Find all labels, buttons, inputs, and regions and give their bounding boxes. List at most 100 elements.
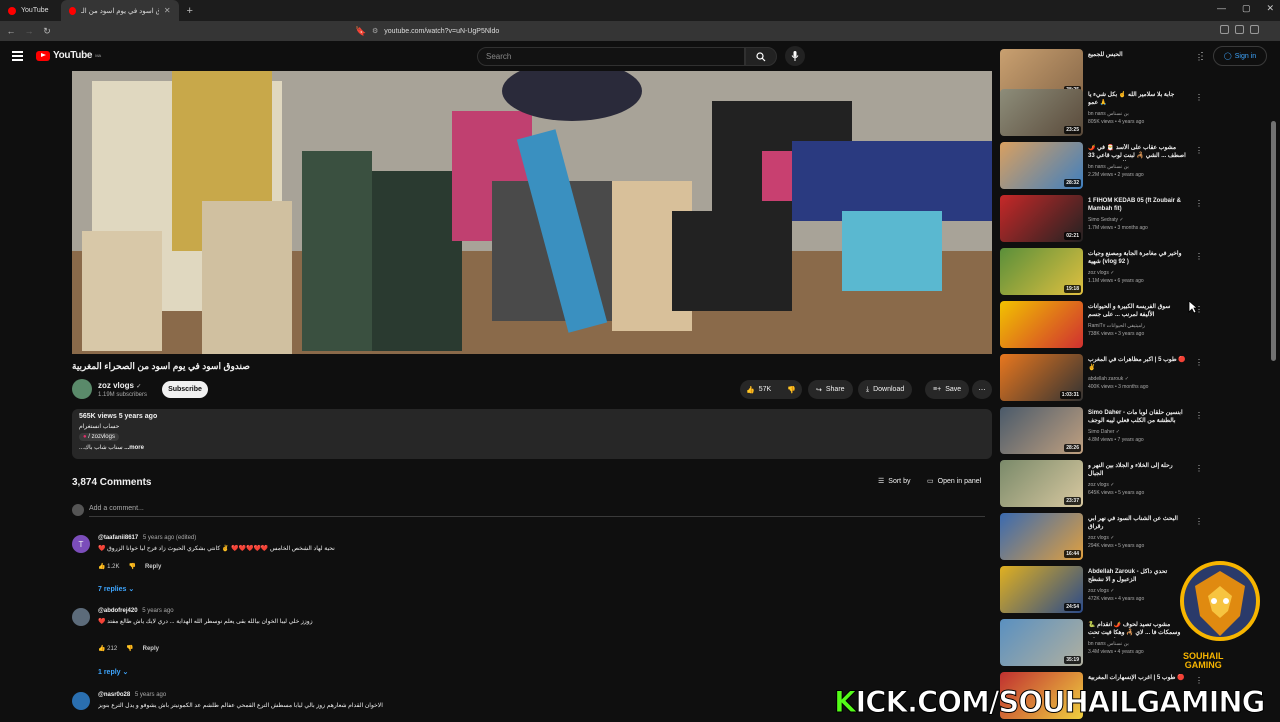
recommended-channel[interactable]: bn nans بن نسناس <box>1088 641 1129 647</box>
comment-reply-button[interactable]: Reply <box>143 646 159 652</box>
video-thumbnail[interactable]: 35:19 <box>1000 619 1083 666</box>
video-thumbnail[interactable]: 16:44 <box>1000 513 1083 560</box>
comment-dislike-button[interactable]: 👎 <box>126 645 133 652</box>
share-button[interactable]: ↪ Share <box>808 380 853 399</box>
comment-avatar[interactable] <box>72 692 90 710</box>
channel-avatar[interactable] <box>72 379 92 399</box>
recommended-video[interactable]: 1:03:31 طوب 5 | اكبر مظاهرات في المغرب 🔴 … <box>1000 354 1203 404</box>
scrollbar-thumb[interactable] <box>1271 121 1276 361</box>
recommended-video[interactable]: 19:18 واخير في مغامرة الجابة ومصنع وجيات … <box>1000 248 1203 298</box>
recommended-channel[interactable]: RamiTv راميتيفي الحيوانات <box>1088 323 1145 329</box>
video-player[interactable] <box>72 71 992 354</box>
description-box[interactable]: 565K views 5 years ago حساب انستغرام ● /… <box>72 409 992 459</box>
more-options-kebab-icon[interactable]: ⋮ <box>1195 411 1203 420</box>
channel-name[interactable]: zoz vlogs ✓ <box>98 381 141 390</box>
more-options-kebab-icon[interactable]: ⋮ <box>1195 53 1203 62</box>
recommended-channel[interactable]: abdellah zarouk ✓ <box>1088 376 1129 382</box>
extension-icon[interactable] <box>1250 25 1259 34</box>
recommended-title[interactable]: رحلة إلى الخلاء و الجلاد بين النهر و الج… <box>1088 462 1186 478</box>
show-more-link[interactable]: ...more <box>124 445 144 451</box>
recommended-channel[interactable]: zoz vlogs ✓ <box>1088 270 1114 276</box>
extension-icon[interactable] <box>1220 25 1229 34</box>
recommended-title[interactable]: طوب 5 | اكبر مظاهرات في المغرب 🔴 ✌️ <box>1088 356 1186 372</box>
recommended-video[interactable]: 23:37 رحلة إلى الخلاء و الجلاد بين النهر … <box>1000 460 1203 510</box>
video-thumbnail[interactable]: 28:32 <box>1000 142 1083 189</box>
add-comment-input[interactable]: Add a comment... <box>89 505 985 517</box>
save-button[interactable]: ≡+ Save <box>925 380 970 399</box>
recommended-channel[interactable]: Simo Daher ✓ <box>1088 429 1120 435</box>
site-info-icon[interactable]: ⚙ <box>372 27 378 35</box>
voice-search-button[interactable] <box>785 46 805 66</box>
more-options-kebab-icon[interactable]: ⋮ <box>1195 358 1203 367</box>
recommended-channel[interactable]: zoz vlogs ✓ <box>1088 535 1114 541</box>
video-thumbnail[interactable]: 1:03:31 <box>1000 354 1083 401</box>
subscribe-button[interactable]: Subscribe <box>162 381 208 398</box>
recommended-video[interactable]: 02:21 1 FIHOM KEDAB 05 (ft Zoubair & Mamb… <box>1000 195 1203 245</box>
minimize-button[interactable]: — <box>1217 3 1226 14</box>
video-thumbnail[interactable] <box>1000 301 1083 348</box>
recommended-title[interactable]: البحث عن الشناب السود في نهر ابي رقراق <box>1088 515 1186 531</box>
video-thumbnail[interactable]: 02:21 <box>1000 195 1083 242</box>
more-options-kebab-icon[interactable]: ⋮ <box>1195 676 1203 685</box>
close-window-button[interactable]: ✕ <box>1266 3 1274 14</box>
recommended-title[interactable]: سوق الفريسة الكبيرة و الحيوانات الأليفة … <box>1088 303 1186 319</box>
more-options-kebab-icon[interactable]: ⋮ <box>1195 199 1203 208</box>
recommended-title[interactable]: الحبس للجميع <box>1088 51 1186 59</box>
more-options-kebab-icon[interactable]: ⋮ <box>1195 517 1203 526</box>
forward-arrow-icon[interactable]: → <box>22 26 36 36</box>
recommended-video[interactable]: 28:32 🌶️ مشوب عقاب على الأسد 🎅 في اصطف ..… <box>1000 142 1203 192</box>
recommended-title[interactable]: 1 FIHOM KEDAB 05 (ft Zoubair & Mambah fi… <box>1088 197 1186 213</box>
comment-like-button[interactable]: 👍 212 <box>98 645 117 652</box>
new-tab-button[interactable]: + <box>179 5 201 17</box>
like-button[interactable]: 👍 57K <box>746 386 771 394</box>
comment-dislike-button[interactable]: 👎 <box>128 563 135 570</box>
recommended-title[interactable]: 🌶️ مشوب عقاب على الأسد 🎅 في اصطف ... الش… <box>1088 144 1186 161</box>
more-options-kebab-icon[interactable]: ⋮ <box>1195 93 1203 102</box>
recommended-title[interactable]: جابة بلا سلامير الله ☝️ بكل شيء يا عمو 🙏 <box>1088 91 1186 107</box>
comment-avatar[interactable] <box>72 608 90 626</box>
youtube-logo[interactable]: YouTube MA <box>36 50 101 61</box>
browser-tab-active[interactable]: صندوق اسود في يوم اسود من الـ ✕ <box>60 0 179 21</box>
recommended-channel[interactable]: zoz vlogs ✓ <box>1088 588 1114 594</box>
recommended-video[interactable]: 23:25 جابة بلا سلامير الله ☝️ بكل شيء يا … <box>1000 89 1203 139</box>
download-button[interactable]: ⤓ Download <box>858 380 913 399</box>
more-actions-button[interactable]: ⋯ <box>972 380 992 399</box>
recommended-channel[interactable]: bn nans بن نسناس <box>1088 111 1129 117</box>
comment-like-button[interactable]: 👍 1.2K <box>98 563 119 570</box>
search-button[interactable] <box>745 47 777 66</box>
view-replies-button[interactable]: 7 replies ⌄ <box>98 585 134 593</box>
comment-author[interactable]: @abdofrej420 5 years ago <box>98 608 174 614</box>
video-thumbnail[interactable]: 19:18 <box>1000 248 1083 295</box>
more-options-kebab-icon[interactable]: ⋮ <box>1195 252 1203 261</box>
back-arrow-icon[interactable]: ← <box>4 26 18 36</box>
page-scrollbar[interactable] <box>1271 71 1276 720</box>
maximize-button[interactable]: ▢ <box>1242 3 1251 14</box>
more-options-kebab-icon[interactable]: ⋮ <box>1195 146 1203 155</box>
bookmark-icon[interactable]: 🔖 <box>354 26 368 37</box>
dislike-button[interactable]: 👎 <box>787 386 796 394</box>
sign-in-button[interactable]: ◯ Sign in <box>1213 46 1267 66</box>
address-field[interactable]: ⚙ youtube.com/watch?v=uN-UgP5Nldo <box>372 23 912 39</box>
recommended-title[interactable]: واخير في مغامرة الجابة ومصنع وجيات شهية … <box>1088 250 1186 266</box>
video-thumbnail[interactable]: 23:37 <box>1000 460 1083 507</box>
recommended-video[interactable]: 28:26 Simo Daher - ابنسين حلقان لوبا مات … <box>1000 407 1203 457</box>
more-options-kebab-icon[interactable]: ⋮ <box>1195 464 1203 473</box>
video-thumbnail[interactable]: 24:54 <box>1000 566 1083 613</box>
close-tab-icon[interactable]: ✕ <box>164 6 171 15</box>
extension-icon[interactable] <box>1235 25 1244 34</box>
recommended-video[interactable]: سوق الفريسة الكبيرة و الحيوانات الأليفة … <box>1000 301 1203 351</box>
browser-tab[interactable]: YouTube <box>0 0 57 21</box>
open-in-panel-button[interactable]: ▭ Open in panel <box>927 477 981 486</box>
hamburger-menu-icon[interactable] <box>12 51 23 63</box>
menu-icon[interactable] <box>1265 25 1274 34</box>
comment-avatar[interactable]: T <box>72 535 90 553</box>
video-thumbnail[interactable]: 28:26 <box>1000 407 1083 454</box>
view-replies-button[interactable]: 1 reply ⌄ <box>98 668 128 676</box>
recommended-title[interactable]: Simo Daher - ابنسين حلقان لوبا مات بالطش… <box>1088 409 1186 425</box>
comment-author[interactable]: @nasr0o28 5 years ago <box>98 692 166 698</box>
recommended-channel[interactable]: zoz vlogs ✓ <box>1088 482 1114 488</box>
recommended-channel[interactable]: Simo Sedraty ✓ <box>1088 217 1124 223</box>
recommended-channel[interactable]: bn nans بن نسناس <box>1088 164 1129 170</box>
reload-icon[interactable]: ↻ <box>40 26 54 37</box>
description-handle[interactable]: ● / zozvlogs <box>79 433 119 441</box>
